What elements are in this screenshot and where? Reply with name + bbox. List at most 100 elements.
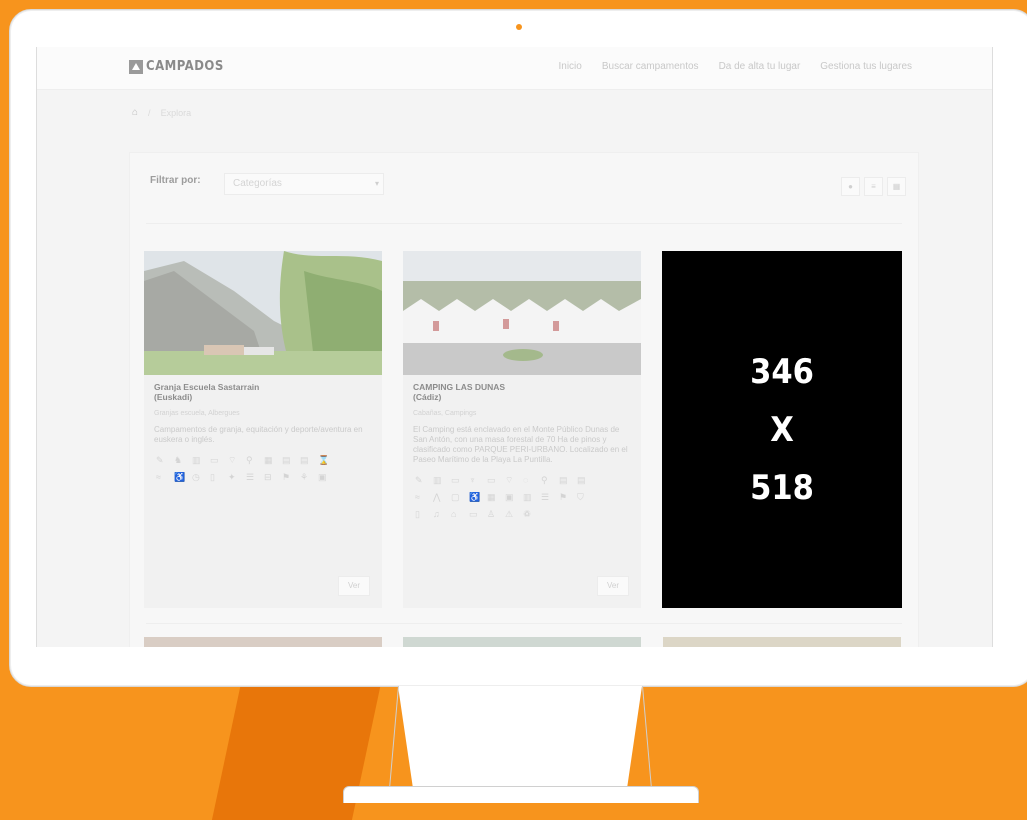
bath-icon: ▭ — [451, 475, 460, 485]
card-icon: ▭ — [469, 509, 478, 519]
building-icon: ▥ — [433, 475, 442, 485]
shield-icon: ⛉ — [577, 492, 584, 502]
camp-photo — [403, 251, 641, 375]
brand-name: CAMPADOS — [146, 59, 224, 74]
nav-buscar[interactable]: Buscar campamentos — [602, 61, 699, 72]
monitor-stand — [398, 686, 642, 786]
list-icon: ▤ — [577, 475, 586, 485]
map-view-icon[interactable]: ● — [841, 177, 860, 196]
nav-alta[interactable]: Da de alta tu lugar — [719, 61, 801, 72]
chevron-down-icon: ▾ — [374, 179, 379, 188]
book-icon: ▯ — [210, 472, 215, 482]
divider — [146, 623, 902, 624]
breadcrumb-separator: / — [148, 107, 151, 118]
placeholder-height: 518 — [750, 467, 814, 508]
camp-card-thumbnail[interactable] — [663, 637, 901, 647]
camp-card-thumbnail[interactable] — [403, 637, 641, 647]
camp-card[interactable]: Granja Escuela Sastarrain (Euskadi) Gran… — [144, 251, 382, 608]
bus-icon: ▣ — [505, 492, 514, 502]
camp-region: (Euskadi) — [154, 392, 193, 402]
amenity-icons: ✎ ♞ ▥ ▭ ⌔ ⚲ ▦ ▤ ▤ ⌛ ≈ ♿ ◷ ▯ ✦ ☰ ⊟ ⚑ ⚘ ▣ — [156, 455, 370, 483]
tv-icon: ▭ — [487, 475, 496, 485]
wheelchair-icon: ♿ — [469, 492, 481, 502]
chat-icon: ▢ — [451, 492, 460, 502]
breadcrumb-current: Explora — [160, 107, 192, 118]
stand-edge-right — [642, 686, 652, 786]
screen: CAMPADOS Inicio Buscar campamentos Da de… — [36, 47, 993, 647]
view-button[interactable]: Ver — [597, 576, 629, 596]
calendar-icon: ▤ — [559, 475, 568, 485]
menu-icon: ☰ — [541, 492, 550, 502]
main-nav: Inicio Buscar campamentos Da de alta tu … — [558, 61, 912, 72]
horse-icon: ♞ — [174, 455, 183, 465]
camp-title[interactable]: Granja Escuela Sastarrain — [154, 382, 372, 392]
pin-icon: ⚲ — [541, 475, 548, 485]
menu-icon: ☰ — [246, 472, 255, 482]
ad-placeholder: 346 X 518 — [662, 251, 902, 608]
calendar-icon: ▤ — [282, 455, 291, 465]
pin-icon: ⚲ — [246, 455, 253, 465]
nav-inicio[interactable]: Inicio — [558, 61, 581, 72]
wheelchair-icon: ♿ — [174, 472, 186, 482]
tools-icon: ✎ — [156, 455, 164, 465]
grid-icon: ▦ — [487, 492, 496, 502]
camp-card-thumbnail[interactable] — [144, 637, 382, 647]
warning-icon: ⚠ — [505, 509, 514, 519]
camp-description: Campamentos de granja, equitación y depo… — [154, 425, 363, 444]
camp-card[interactable]: CAMPING LAS DUNAS (Cádiz) Cabañas, Campi… — [403, 251, 641, 608]
stand-edge-left — [389, 686, 399, 786]
shop-icon: ▥ — [523, 492, 532, 502]
home-icon[interactable]: ⌂ — [132, 107, 138, 118]
wifi-icon: ⌔ — [505, 475, 514, 485]
view-switcher: ● ≡ ▦ — [841, 177, 906, 196]
building-icon: ▥ — [192, 455, 201, 465]
nav-gestiona[interactable]: Gestiona tus lugares — [820, 61, 912, 72]
monitor-base — [343, 786, 699, 803]
list-view-icon[interactable]: ≡ — [864, 177, 883, 196]
camp-categories: Granjas escuela, Albergues — [154, 410, 240, 417]
book-icon: ▯ — [415, 509, 420, 519]
hiking-icon: ⚑ — [282, 472, 291, 482]
bulb-icon: ◌ — [523, 475, 529, 485]
top-navbar: CAMPADOS Inicio Buscar campamentos Da de… — [37, 47, 992, 90]
category-select-value: Categorías — [233, 178, 282, 189]
placeholder-x: X — [770, 409, 794, 450]
breadcrumb: ⌂ / Explora — [132, 107, 191, 118]
camp-photo — [144, 251, 382, 375]
view-button[interactable]: Ver — [338, 576, 370, 596]
fire-icon: ✦ — [228, 472, 236, 482]
filter-label: Filtrar por: — [150, 175, 201, 186]
child-icon: ♙ — [487, 509, 496, 519]
pool-icon: ≈ — [415, 492, 420, 502]
webcam-dot — [516, 24, 522, 30]
tent-icon: ⋀ — [433, 492, 441, 502]
camp-region: (Cádiz) — [413, 392, 442, 402]
divider — [146, 223, 902, 224]
food-icon: ⚘ — [300, 472, 309, 482]
grid-icon: ▦ — [264, 455, 273, 465]
camp-description: El Camping está enclavado en el Monte Pú… — [413, 425, 628, 464]
bath-icon: ▭ — [210, 455, 219, 465]
tent-icon — [129, 59, 143, 74]
clock-icon: ◷ — [192, 472, 200, 482]
tools-icon: ✎ — [415, 475, 423, 485]
brand-logo[interactable]: CAMPADOS — [129, 59, 224, 74]
hourglass-icon: ⌛ — [318, 455, 330, 465]
pool-icon: ≈ — [156, 472, 161, 482]
camp-categories: Cabañas, Campings — [413, 410, 477, 417]
music-icon: ♫ — [433, 509, 440, 519]
drink-icon: ♆ — [469, 475, 476, 485]
amenity-icons: ✎ ▥ ▭ ♆ ▭ ⌔ ◌ ⚲ ▤ ▤ ≈ ⋀ ▢ ♿ ▦ ▣ ▥ ☰ ⚑ ⛉ — [415, 475, 629, 520]
category-select[interactable]: Categorías ▾ — [224, 173, 384, 195]
hiking-icon: ⚑ — [559, 492, 568, 502]
bike-icon: ♽ — [523, 509, 532, 519]
bed-icon: ⊟ — [264, 472, 272, 482]
home-icon: ⌂ — [451, 509, 457, 519]
wifi-icon: ⌔ — [228, 455, 237, 465]
results-panel: Filtrar por: Categorías ▾ ● ≡ ▦ Granja E… — [129, 152, 919, 647]
camp-title[interactable]: CAMPING LAS DUNAS — [413, 382, 631, 392]
list-icon: ▤ — [300, 455, 309, 465]
lock-icon: ▣ — [318, 472, 327, 482]
placeholder-width: 346 — [750, 351, 814, 392]
grid-view-icon[interactable]: ▦ — [887, 177, 906, 196]
